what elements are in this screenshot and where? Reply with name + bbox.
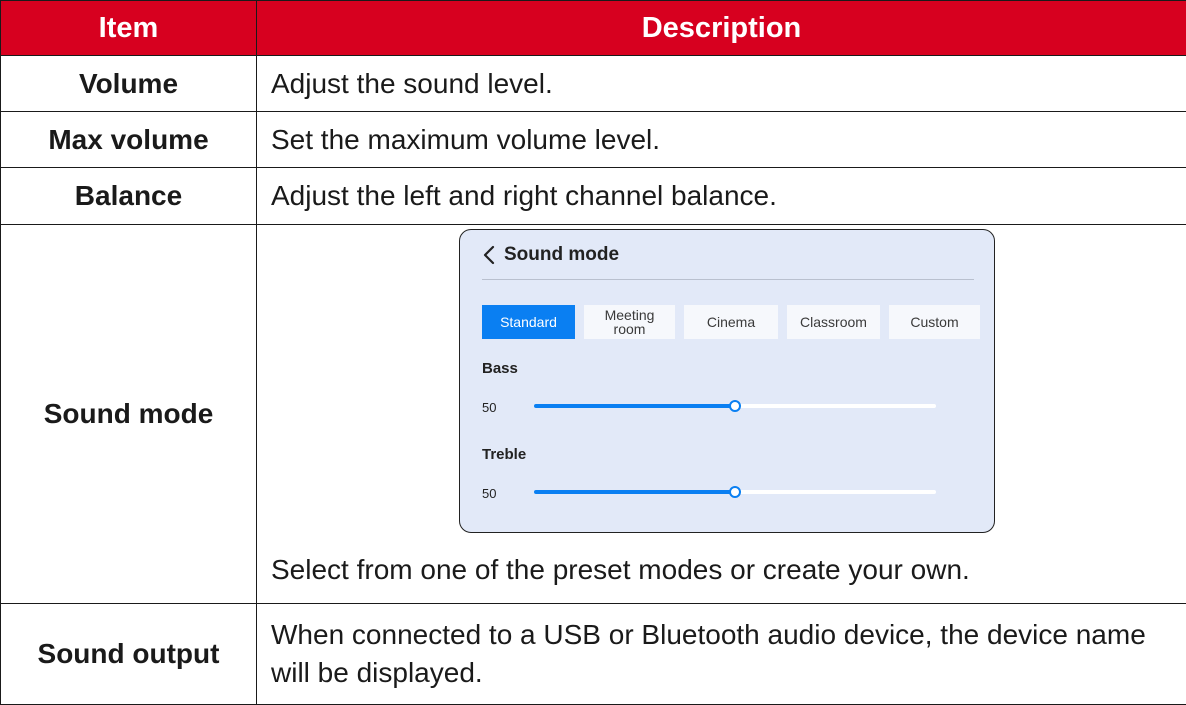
row-description: Sound mode Standard Meeting room Cinema … [257,225,1186,604]
treble-value: 50 [482,486,496,501]
slider-thumb[interactable] [729,400,741,412]
screenshot-area: Sound mode Standard Meeting room Cinema … [271,225,1176,547]
bass-slider[interactable] [534,398,936,414]
description-text: Set the maximum volume level. [271,121,1176,159]
panel-header: Sound mode [480,244,619,266]
bass-value: 50 [482,400,496,415]
treble-label: Treble [482,446,526,463]
table-row: Balance Adjust the left and right channe… [1,168,1186,225]
table-row: Volume Adjust the sound level. [1,56,1186,112]
mode-button-cinema[interactable]: Cinema [684,305,778,339]
row-description: Adjust the left and right channel balanc… [257,168,1186,225]
row-item-sound-mode: Sound mode [1,225,257,604]
description-column-header: Description [257,1,1186,56]
description-text: Adjust the left and right channel balanc… [271,177,1176,215]
mode-button-standard[interactable]: Standard [482,305,575,339]
row-description: Adjust the sound level. [257,56,1186,112]
mode-button-custom[interactable]: Custom [889,305,980,339]
row-description: Set the maximum volume level. [257,112,1186,168]
description-text: When connected to a USB or Bluetooth aud… [271,616,1176,692]
slider-fill [534,490,735,494]
slider-fill [534,404,735,408]
table-header-row: Item Description [1,1,1186,56]
settings-table: Item Description Volume Adjust the sound… [0,0,1186,705]
description-text: Select from one of the preset modes or c… [271,553,1176,587]
row-description: When connected to a USB or Bluetooth aud… [257,604,1186,705]
mode-label: Meeting room [595,308,665,336]
divider [482,279,974,280]
mode-tabs: Standard Meeting room Cinema Classroom C… [482,305,980,339]
row-item-balance: Balance [1,168,257,225]
description-text: Adjust the sound level. [271,65,1176,103]
row-item-max-volume: Max volume [1,112,257,168]
row-item-sound-output: Sound output [1,604,257,705]
item-column-header: Item [1,1,257,56]
table-row: Max volume Set the maximum volume level. [1,112,1186,168]
bass-label: Bass [482,360,518,377]
treble-slider[interactable] [534,484,936,500]
table-row: Sound output When connected to a USB or … [1,604,1186,705]
mode-button-meeting-room[interactable]: Meeting room [584,305,675,339]
slider-thumb[interactable] [729,486,741,498]
row-item-volume: Volume [1,56,257,112]
table-row: Sound mode Sound mode Standard Meeting r… [1,225,1186,604]
chevron-left-icon[interactable] [480,244,498,266]
panel-title: Sound mode [504,244,619,266]
mode-button-classroom[interactable]: Classroom [787,305,880,339]
sound-mode-panel: Sound mode Standard Meeting room Cinema … [459,229,995,533]
